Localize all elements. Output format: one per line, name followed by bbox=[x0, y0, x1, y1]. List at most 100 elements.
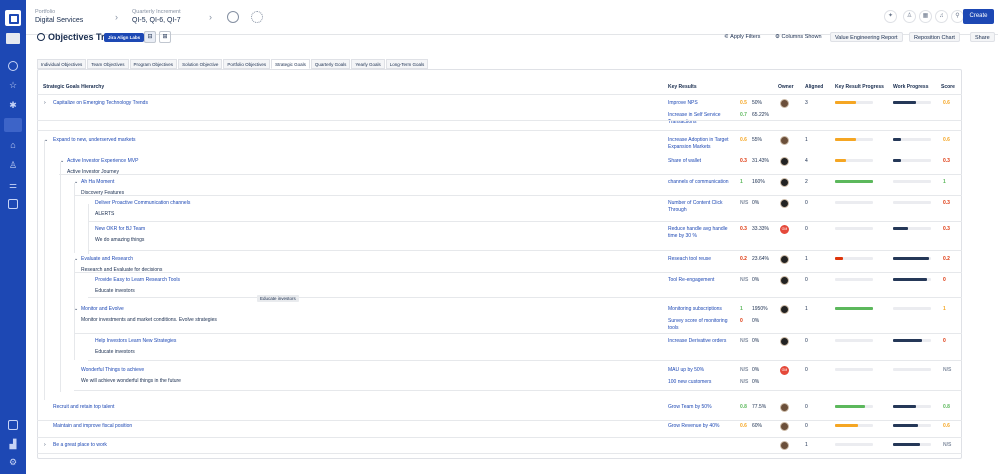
objective-description: Monitor investments and market condition… bbox=[81, 317, 217, 323]
aligned-count: 0 bbox=[805, 226, 808, 232]
app-logo[interactable] bbox=[5, 10, 21, 26]
value-report-button[interactable]: Value Engineering Report bbox=[830, 32, 903, 42]
expand-caret-icon[interactable]: ⌄ bbox=[44, 137, 48, 143]
network-icon[interactable]: ✱ bbox=[8, 100, 18, 110]
objective-score: N/S bbox=[943, 442, 952, 448]
owner-avatar[interactable] bbox=[780, 255, 789, 264]
key-result-link[interactable]: Reduce handle avg handle time by 30 % bbox=[668, 226, 734, 240]
key-result-link[interactable]: Grow Revenue by 40% bbox=[668, 423, 734, 430]
objective-title[interactable]: Evaluate and Research bbox=[81, 256, 133, 262]
owner-avatar[interactable] bbox=[780, 136, 789, 145]
expand-caret-icon[interactable]: ⌄ bbox=[60, 158, 64, 164]
objective-score: 0 bbox=[943, 338, 946, 344]
owner-avatar[interactable] bbox=[780, 157, 789, 166]
bell-icon[interactable]: ♫ bbox=[935, 10, 948, 23]
aligned-count: 0 bbox=[805, 277, 808, 283]
expand-caret-icon[interactable]: › bbox=[44, 100, 46, 106]
objective-title[interactable]: Deliver Proactive Communication channels bbox=[95, 200, 190, 206]
key-result-link[interactable]: Share of wallet bbox=[668, 158, 734, 165]
key-result-link[interactable]: MAU up by 50% bbox=[668, 367, 734, 374]
key-result-link[interactable]: Grow Team by 50% bbox=[668, 404, 734, 411]
reposition-button[interactable]: Reposition Chart bbox=[909, 32, 960, 42]
objective-score: 1 bbox=[943, 179, 946, 185]
key-result-link[interactable]: Tool Re-engagement bbox=[668, 277, 734, 284]
expand-caret-icon[interactable]: ⌄ bbox=[74, 306, 78, 312]
tab-individual-objectives[interactable]: Individual Objectives bbox=[37, 59, 87, 69]
monitor-icon[interactable] bbox=[8, 420, 18, 430]
menu-icon[interactable] bbox=[6, 33, 20, 44]
tab-team-objectives[interactable]: Team Objectives bbox=[87, 59, 129, 69]
key-result-progress-fill bbox=[835, 257, 843, 260]
owner-avatar[interactable] bbox=[780, 337, 789, 346]
portfolio-selector[interactable]: Portfolio Digital Services bbox=[35, 9, 83, 24]
hierarchy-icon[interactable] bbox=[4, 118, 22, 132]
objective-title[interactable]: Recruit and retain top talent bbox=[53, 404, 114, 410]
objective-title[interactable]: Ah Ha Moment bbox=[81, 179, 114, 185]
search-icon[interactable] bbox=[8, 61, 18, 71]
objective-title[interactable]: Maintain and improve fiscal position bbox=[53, 423, 132, 429]
tab-solution-objective[interactable]: Solution Objective bbox=[178, 59, 223, 69]
owner-avatar[interactable]: GM bbox=[780, 366, 789, 375]
share-button[interactable]: Share bbox=[970, 32, 995, 42]
owner-avatar[interactable] bbox=[780, 403, 789, 412]
objective-title[interactable]: Be a great place to work bbox=[53, 442, 107, 448]
objective-title[interactable]: Capitalize on Emerging Technology Trends bbox=[53, 100, 148, 106]
owner-avatar[interactable] bbox=[780, 305, 789, 314]
owner-avatar[interactable] bbox=[780, 422, 789, 431]
team-icon[interactable]: ♙ bbox=[8, 160, 18, 170]
key-result-link[interactable]: Improve NPS bbox=[668, 100, 734, 107]
owner-avatar[interactable] bbox=[780, 441, 789, 450]
expand-caret-icon[interactable]: ⌄ bbox=[74, 179, 78, 185]
key-result-link[interactable]: Number of Content Click Through bbox=[668, 200, 734, 214]
org-icon[interactable]: ⌂ bbox=[8, 140, 18, 150]
objective-title[interactable]: Active Investor Experience MVP bbox=[67, 158, 138, 164]
chart-icon[interactable]: ▟ bbox=[8, 439, 18, 449]
chart-view-button[interactable]: ⊞ bbox=[159, 31, 171, 43]
sliders-icon[interactable]: ⚌ bbox=[8, 180, 18, 190]
key-result-progress-fill bbox=[835, 138, 856, 141]
inbox-icon[interactable] bbox=[8, 199, 18, 209]
key-result-link[interactable]: Increase Adoption in Target Expansion Ma… bbox=[668, 137, 734, 151]
expand-caret-icon[interactable]: › bbox=[44, 442, 46, 448]
owner-avatar[interactable] bbox=[780, 199, 789, 208]
key-result-link[interactable]: 100 new customers bbox=[668, 379, 734, 386]
aligned-count: 1 bbox=[805, 442, 808, 448]
increment-selector[interactable]: Quarterly Increment QI-5, QI-6, QI-7 bbox=[132, 9, 181, 24]
create-button[interactable]: Create bbox=[963, 9, 994, 24]
owner-avatar[interactable] bbox=[780, 178, 789, 187]
add-icon[interactable] bbox=[227, 11, 239, 23]
key-result-link[interactable]: Monitoring subscriptions bbox=[668, 306, 734, 313]
tab-long-term-goals[interactable]: Long-Term Goals bbox=[385, 59, 429, 69]
key-result-link[interactable]: Survey score of monitoring tools bbox=[668, 318, 734, 332]
key-result-link[interactable]: channels of communication bbox=[668, 179, 734, 186]
objective-title[interactable]: Provide Easy to Learn Research Tools bbox=[95, 277, 180, 283]
objective-title[interactable]: Monitor and Evolve bbox=[81, 306, 124, 312]
objective-title[interactable]: Expand to new, underserved markets bbox=[53, 137, 136, 143]
expand-caret-icon[interactable]: ⌄ bbox=[74, 256, 78, 262]
apply-filters-button[interactable]: ⚟ Apply Filters bbox=[724, 32, 760, 42]
star-icon[interactable]: ☆ bbox=[8, 80, 18, 90]
objective-title[interactable]: New OKR for BJ Team bbox=[95, 226, 145, 232]
owner-avatar[interactable] bbox=[780, 99, 789, 108]
key-result-link[interactable]: Reseach tool reuse bbox=[668, 256, 734, 263]
key-result-link[interactable]: Increase in Self Service Transactions bbox=[668, 112, 734, 126]
gear-icon[interactable] bbox=[251, 11, 263, 23]
owner-avatar[interactable] bbox=[780, 276, 789, 285]
user-icon[interactable]: ♙ bbox=[903, 10, 916, 23]
settings-icon[interactable]: ⚙ bbox=[8, 457, 18, 467]
work-progress-bar bbox=[893, 278, 931, 281]
objective-title[interactable]: Help Investors Learn New Strategies bbox=[95, 338, 176, 344]
calendar-icon[interactable]: ▦ bbox=[919, 10, 932, 23]
key-result-link[interactable]: Increase Derivative orders bbox=[668, 338, 734, 345]
tab-quarterly-goals[interactable]: Quarterly Goals bbox=[310, 59, 351, 69]
tab-strategic-goals[interactable]: Strategic Goals bbox=[271, 59, 310, 69]
tab-yearly-goals[interactable]: Yearly Goals bbox=[351, 59, 385, 69]
columns-shown-button[interactable]: ⚙ Columns Shown bbox=[775, 32, 822, 42]
sparkle-icon[interactable]: ✦ bbox=[884, 10, 897, 23]
owner-avatar[interactable]: GM bbox=[780, 225, 789, 234]
row-divider bbox=[88, 360, 962, 361]
tab-program-objectives[interactable]: Program Objectives bbox=[129, 59, 178, 69]
tree-view-button[interactable]: ⊟ bbox=[144, 31, 156, 43]
tab-portfolio-objectives[interactable]: Portfolio Objectives bbox=[223, 59, 271, 69]
objective-title[interactable]: Wonderful Things to achieve bbox=[81, 367, 144, 373]
